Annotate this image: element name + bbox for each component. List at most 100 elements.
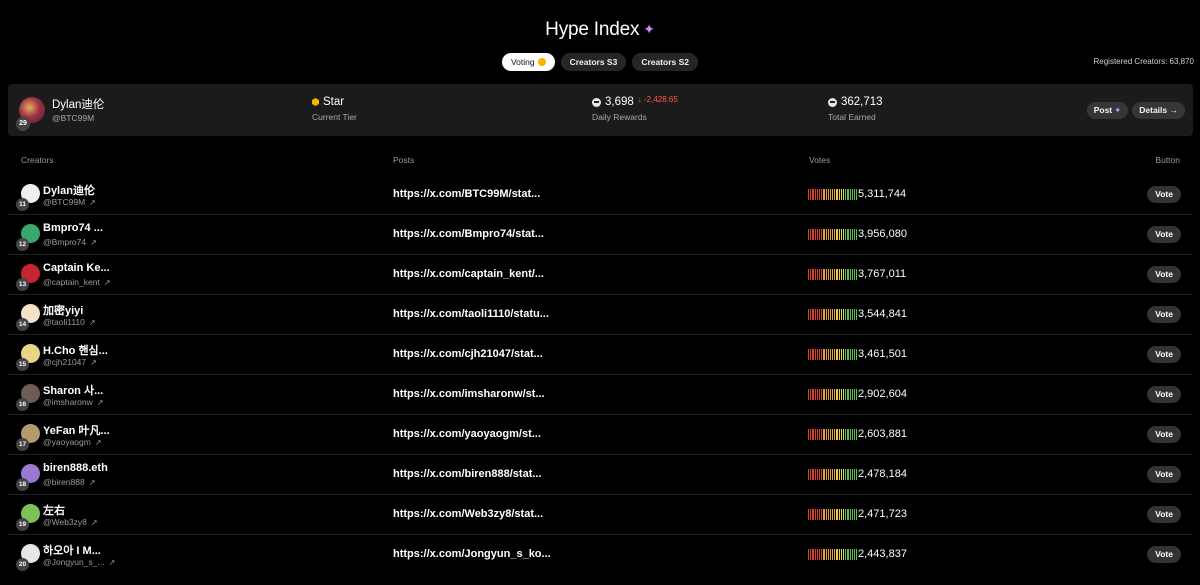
external-link-icon: ↗: [90, 518, 98, 527]
table-header: Creators Posts Votes Button: [0, 155, 1200, 167]
creator-handle: @BTC99M: [52, 113, 95, 123]
vote-meter-bar: [814, 309, 816, 320]
post-link[interactable]: https://x.com/Web3zy8/stat...: [393, 508, 543, 520]
vote-meter-bar: [829, 229, 832, 240]
creator-handle-link[interactable]: @captain_kent ↗: [43, 277, 111, 287]
vote-meter-bar: [843, 469, 845, 480]
vote-meter-bar: [851, 269, 853, 280]
vote-meter-bar: [818, 389, 821, 400]
post-link[interactable]: https://x.com/Bmpro74/stat...: [393, 228, 544, 240]
vote-button[interactable]: Vote: [1147, 186, 1181, 203]
creator-name: biren888.eth: [43, 462, 108, 474]
vote-button[interactable]: Vote: [1147, 506, 1181, 523]
post-link[interactable]: https://x.com/yaoyaogm/st...: [393, 428, 541, 440]
table-row: 20 하오아 I M... @Jongyun_s_... ↗ https://x.…: [8, 535, 1193, 575]
vote-meter-bar: [851, 429, 853, 440]
post-link[interactable]: https://x.com/captain_kent/...: [393, 268, 544, 280]
vote-meter-bar: [829, 469, 832, 480]
vote-meter-bar: [810, 469, 812, 480]
external-link-icon: ↗: [88, 478, 96, 487]
external-link-icon: ↗: [90, 358, 97, 367]
vote-meter-bar: [840, 509, 842, 520]
creator-handle-link[interactable]: @Web3zy8 ↗: [43, 517, 98, 527]
post-link[interactable]: https://x.com/BTC99M/stat...: [393, 188, 540, 200]
vote-meter-bar: [816, 429, 818, 440]
vote-meter: [808, 429, 858, 440]
vote-meter-bar: [840, 349, 842, 360]
vote-meter-bar: [838, 309, 840, 320]
post-link[interactable]: https://x.com/imsharonw/st...: [393, 388, 545, 400]
daily-rewards-label: Daily Rewards: [592, 112, 647, 122]
vote-meter-bar: [810, 429, 812, 440]
tab-voting[interactable]: Voting: [501, 53, 555, 71]
creator-name: H.Cho 핸심...: [43, 345, 108, 357]
vote-meter-bar: [838, 429, 840, 440]
vote-meter-bar: [816, 349, 818, 360]
vote-meter-bar: [845, 509, 847, 520]
tab-creators-s3[interactable]: Creators S3: [560, 53, 627, 71]
vote-meter-bar: [814, 269, 816, 280]
vote-button[interactable]: Vote: [1147, 266, 1181, 283]
vote-meter-bar: [808, 309, 810, 320]
vote-button[interactable]: Vote: [1147, 306, 1181, 323]
vote-meter-bar: [840, 189, 842, 200]
vote-meter-bar: [816, 229, 818, 240]
vote-meter-bar: [838, 189, 840, 200]
total-earned-stat: 362,713 Total Earned: [828, 96, 883, 122]
vote-meter-bar: [818, 309, 821, 320]
creator-handle-link[interactable]: @Jongyun_s_... ↗: [43, 557, 115, 567]
post-link[interactable]: https://x.com/taoli1110/statu...: [393, 308, 549, 320]
vote-meter-bar: [853, 269, 856, 280]
vote-meter-bar: [847, 469, 849, 480]
vote-button[interactable]: Vote: [1147, 546, 1181, 563]
vote-meter-bar: [816, 549, 818, 560]
rank-badge: 11: [16, 198, 29, 211]
vote-meter-bar: [838, 229, 840, 240]
vote-meter-bar: [825, 549, 827, 560]
vote-meter-bar: [836, 509, 838, 520]
vote-meter-bar: [810, 509, 812, 520]
vote-button[interactable]: Vote: [1147, 226, 1181, 243]
tab-creators-s2[interactable]: Creators S2: [632, 53, 699, 71]
vote-button[interactable]: Vote: [1147, 346, 1181, 363]
vote-meter-bar: [838, 469, 840, 480]
vote-meter-bar: [823, 389, 825, 400]
post-link[interactable]: https://x.com/Jongyun_s_ko...: [393, 548, 551, 560]
details-button[interactable]: Details →: [1132, 102, 1185, 119]
vote-meter-bar: [847, 389, 849, 400]
table-row: 19 左右 @Web3zy8 ↗ https://x.com/Web3zy8/st…: [8, 495, 1193, 535]
vote-meter-bar: [808, 389, 810, 400]
creator-handle-link[interactable]: @BTC99M ↗: [43, 197, 96, 207]
vote-count: 3,544,841: [858, 308, 907, 320]
rank-badge: 20: [16, 558, 29, 571]
vote-meter-bar: [845, 189, 847, 200]
tier-label: Current Tier: [312, 112, 357, 122]
tier-badge-icon: [312, 98, 319, 106]
vote-button[interactable]: Vote: [1147, 466, 1181, 483]
vote-meter-bar: [853, 549, 856, 560]
post-button[interactable]: Post ✦: [1086, 102, 1129, 119]
vote-meter-bar: [821, 389, 823, 400]
creator-handle-link[interactable]: @imsharonw ↗: [43, 397, 103, 407]
creator-handle-link[interactable]: @biren888 ↗: [43, 477, 95, 487]
vote-meter-bar: [834, 549, 836, 560]
vote-meter-bar: [845, 309, 847, 320]
vote-meter-bar: [840, 469, 842, 480]
vote-meter-bar: [849, 229, 851, 240]
post-link[interactable]: https://x.com/biren888/stat...: [393, 468, 542, 480]
daily-rewards-stat: 3,698 ↓ -2,428.65 Daily Rewards: [592, 95, 678, 122]
creator-handle-link[interactable]: @cjh21047 ↗: [43, 357, 97, 367]
vote-meter: [808, 549, 858, 560]
vote-meter-bar: [851, 549, 853, 560]
vote-meter-bar: [851, 469, 853, 480]
vote-button[interactable]: Vote: [1147, 426, 1181, 443]
vote-meter: [808, 509, 858, 520]
creator-handle-link[interactable]: @taoli1110 ↗: [43, 317, 96, 327]
creator-handle-link[interactable]: @yaoyaogm ↗: [43, 437, 102, 447]
vote-meter-bar: [845, 269, 847, 280]
token-icon: [592, 97, 601, 107]
post-link[interactable]: https://x.com/cjh21047/stat...: [393, 348, 543, 360]
vote-meter-bar: [823, 549, 825, 560]
creator-handle-link[interactable]: @Bmpro74 ↗: [43, 237, 97, 247]
vote-button[interactable]: Vote: [1147, 386, 1181, 403]
